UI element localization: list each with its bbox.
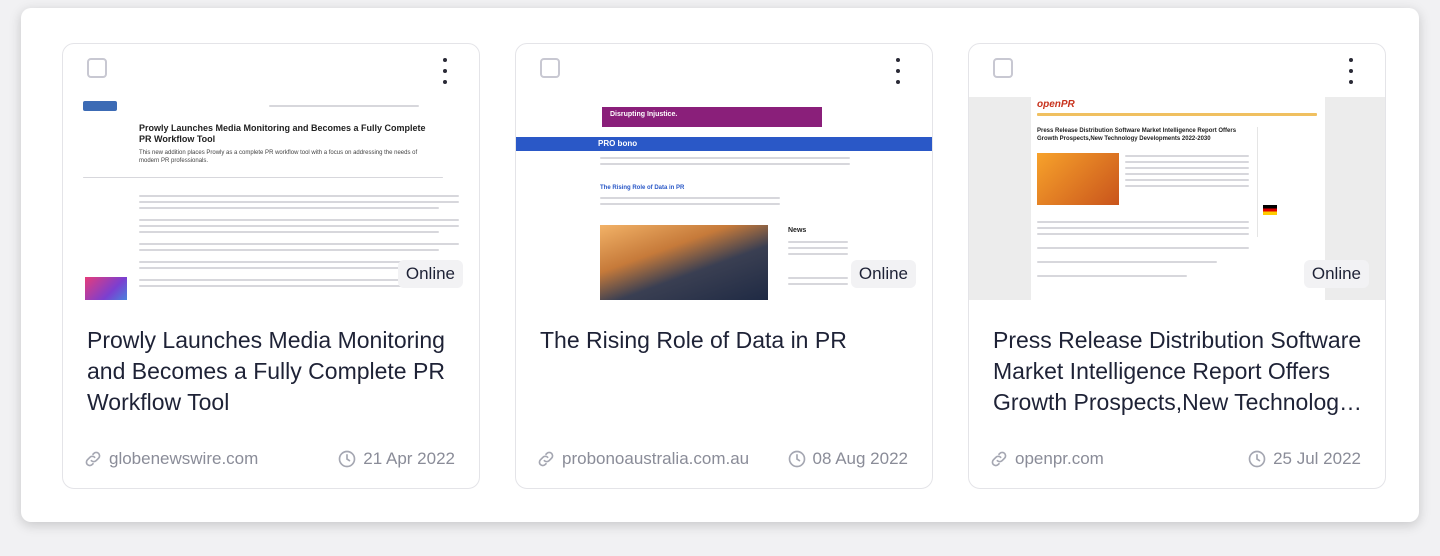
site-logo: PRO bono	[598, 139, 638, 148]
date-text: 25 Jul 2022	[1273, 449, 1361, 468]
source[interactable]: globenewswire.com	[83, 449, 258, 469]
article-card[interactable]: Disrupting Injustice. PRO bono The Risin…	[515, 43, 933, 489]
results-panel: Prowly Launches Media Monitoring and Bec…	[21, 8, 1419, 522]
thumb-sidebar	[1257, 127, 1320, 237]
select-checkbox[interactable]	[993, 58, 1013, 78]
thumb-image	[1037, 153, 1119, 205]
clock-icon	[338, 450, 356, 468]
more-options-icon[interactable]	[1347, 58, 1355, 84]
thumb-headline: Prowly Launches Media Monitoring and Bec…	[139, 123, 426, 144]
article-meta: openpr.com 25 Jul 2022	[989, 449, 1361, 469]
openpr-logo: openPR	[1037, 99, 1075, 110]
publish-date: 25 Jul 2022	[1247, 449, 1361, 469]
article-meta: globenewswire.com 21 Apr 2022	[83, 449, 455, 469]
link-icon	[991, 451, 1007, 467]
globenewswire-logo	[83, 101, 117, 111]
german-flag-icon	[1263, 205, 1277, 215]
date-text: 08 Aug 2022	[812, 449, 908, 468]
article-card[interactable]: openPR Press Release Distribution Softwa…	[968, 43, 1386, 489]
publish-date: 08 Aug 2022	[787, 449, 908, 469]
more-options-icon[interactable]	[894, 58, 902, 84]
thumb-image	[85, 277, 127, 300]
source[interactable]: probonoaustralia.com.au	[536, 449, 749, 469]
site-navbar: PRO bono	[516, 137, 932, 151]
source[interactable]: openpr.com	[989, 449, 1104, 469]
article-title[interactable]: The Rising Role of Data in PR	[540, 325, 920, 356]
article-meta: probonoaustralia.com.au 08 Aug 2022	[536, 449, 908, 469]
select-checkbox[interactable]	[540, 58, 560, 78]
article-card[interactable]: Prowly Launches Media Monitoring and Bec…	[62, 43, 480, 489]
date-text: 21 Apr 2022	[363, 449, 455, 468]
more-options-icon[interactable]	[441, 58, 449, 84]
thumb-headline: Press Release Distribution Software Mark…	[1037, 128, 1237, 142]
status-badge: Online	[397, 260, 463, 288]
article-title[interactable]: Press Release Distribution Software Mark…	[993, 325, 1373, 418]
clock-icon	[788, 450, 805, 468]
thumb-subhead: This new addition places Prowly as a com…	[139, 150, 418, 164]
source-domain: openpr.com	[1015, 449, 1104, 468]
publish-date: 21 Apr 2022	[337, 449, 455, 469]
source-domain: globenewswire.com	[109, 449, 259, 468]
thumb-headline: The Rising Role of Data in PR	[600, 185, 685, 191]
select-checkbox[interactable]	[87, 58, 107, 78]
status-badge: Online	[850, 260, 916, 288]
link-icon	[538, 451, 554, 467]
source-domain: probonoaustralia.com.au	[562, 449, 750, 468]
thumb-image	[600, 225, 768, 300]
article-title[interactable]: Prowly Launches Media Monitoring and Bec…	[87, 325, 467, 418]
clock-icon	[1248, 450, 1266, 468]
thumb-banner: Disrupting Injustice.	[602, 107, 822, 127]
status-badge: Online	[1303, 260, 1369, 288]
thumb-sidebar-title: News	[788, 227, 807, 234]
link-icon	[85, 451, 101, 467]
